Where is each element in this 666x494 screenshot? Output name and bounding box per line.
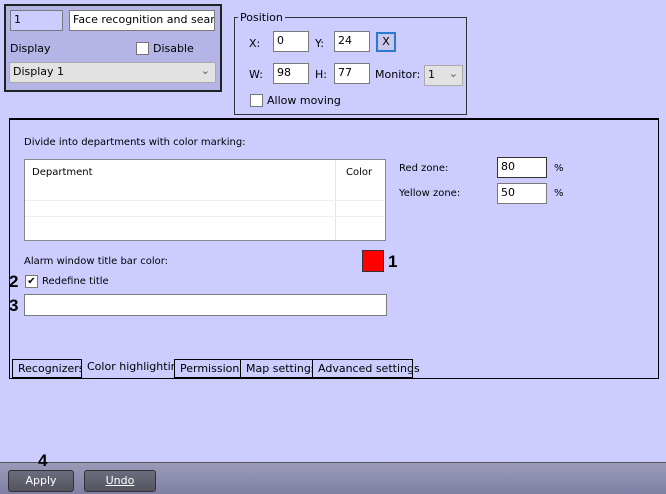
apply-button[interactable]: Apply <box>8 470 74 492</box>
monitor-select[interactable]: 1 ⌄ <box>424 65 463 86</box>
y-field[interactable]: 24 <box>334 31 370 52</box>
annotation-1: 1 <box>388 252 398 271</box>
chevron-down-icon: ⌄ <box>200 64 210 77</box>
yellow-zone-percent: % <box>554 188 564 199</box>
title-field[interactable] <box>24 294 387 316</box>
disable-label: Disable <box>153 42 194 55</box>
red-zone-label: Red zone: <box>399 163 449 174</box>
monitor-select-value: 1 <box>428 68 435 81</box>
annotation-4: 4 <box>38 451 48 470</box>
id-field[interactable]: 1 <box>10 10 63 31</box>
divide-label: Divide into departments with color marki… <box>24 137 246 148</box>
undo-button[interactable]: Undo <box>84 470 156 492</box>
display-select-value: Display 1 <box>13 65 65 78</box>
monitor-label: Monitor: <box>375 68 421 81</box>
red-zone-percent: % <box>554 163 564 174</box>
reset-position-button[interactable]: X <box>376 32 396 52</box>
h-field[interactable]: 77 <box>334 63 370 84</box>
alarm-color-label: Alarm window title bar color: <box>24 256 169 267</box>
header-department[interactable]: Department <box>32 167 93 178</box>
disable-checkbox[interactable] <box>136 42 149 55</box>
display-select[interactable]: Display 1 ⌄ <box>9 62 216 83</box>
chevron-down-icon: ⌄ <box>448 67 458 80</box>
display-label: Display <box>10 42 51 55</box>
header-color[interactable]: Color <box>346 167 372 178</box>
w-field[interactable]: 98 <box>273 63 309 84</box>
tab-map-settings[interactable]: Map settings <box>240 359 317 378</box>
tab-content-panel <box>9 118 659 379</box>
yellow-zone-field[interactable]: 50 <box>497 183 547 204</box>
tab-permissions[interactable]: Permissions <box>174 359 245 378</box>
allow-moving-label: Allow moving <box>267 94 341 107</box>
tab-advanced-settings[interactable]: Advanced settings <box>312 359 420 378</box>
department-table[interactable]: Department Color <box>24 159 386 241</box>
allow-moving-checkbox[interactable] <box>250 94 263 107</box>
alarm-color-swatch[interactable] <box>362 250 384 272</box>
yellow-zone-label: Yellow zone: <box>399 188 461 199</box>
redefine-title-checkbox[interactable]: ✔ <box>25 275 38 288</box>
redefine-title-label: Redefine title <box>42 276 109 287</box>
x-field[interactable]: 0 <box>273 31 309 52</box>
annotation-3: 3 <box>9 296 19 315</box>
x-label: X: <box>249 37 261 50</box>
h-label: H: <box>315 68 327 81</box>
annotation-2: 2 <box>9 272 19 291</box>
position-title: Position <box>238 11 285 24</box>
y-label: Y: <box>315 37 324 50</box>
tab-color-highlighting[interactable]: Color highlighting <box>82 358 185 377</box>
w-label: W: <box>249 68 263 81</box>
table-row[interactable] <box>25 200 385 217</box>
name-field[interactable]: Face recognition and search <box>69 10 215 31</box>
tab-recognizers[interactable]: Recognizers <box>12 359 85 378</box>
red-zone-field[interactable]: 80 <box>497 157 547 178</box>
